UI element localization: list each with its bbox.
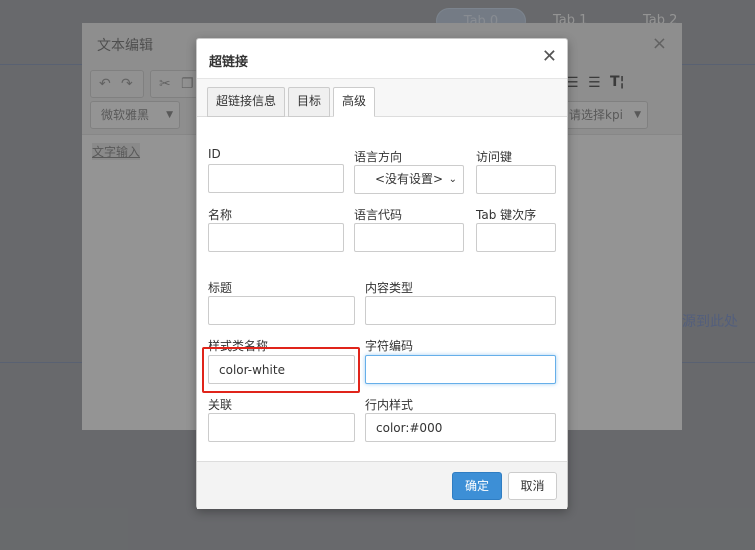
access-key-input[interactable] bbox=[476, 165, 556, 194]
name-label: 名称 bbox=[208, 208, 233, 222]
lang-dir-select[interactable]: <没有设置> ⌄ bbox=[354, 165, 464, 194]
content-type-input[interactable] bbox=[365, 296, 556, 325]
tab-advanced[interactable]: 高级 bbox=[333, 87, 376, 117]
rel-input[interactable] bbox=[208, 413, 355, 442]
tab-target[interactable]: 目标 bbox=[288, 87, 331, 117]
charset-label: 字符编码 bbox=[365, 339, 414, 353]
dialog-title: 超链接 bbox=[209, 55, 249, 70]
tab-index-input[interactable] bbox=[476, 223, 556, 252]
name-input[interactable] bbox=[208, 223, 344, 252]
dialog-footer: 确定 取消 bbox=[197, 461, 567, 509]
lang-dir-label: 语言方向 bbox=[354, 150, 403, 164]
dialog-header: 超链接 ✕ bbox=[197, 39, 567, 79]
charset-input[interactable] bbox=[365, 355, 556, 384]
cancel-button[interactable]: 取消 bbox=[508, 472, 557, 500]
access-key-label: 访问键 bbox=[476, 150, 513, 164]
tab-index-label: Tab 键次序 bbox=[476, 208, 537, 222]
inline-style-input[interactable] bbox=[365, 413, 556, 442]
tab-link-info[interactable]: 超链接信息 bbox=[207, 87, 286, 117]
lang-code-label: 语言代码 bbox=[354, 208, 403, 222]
lang-code-input[interactable] bbox=[354, 223, 464, 252]
id-input[interactable] bbox=[208, 164, 344, 193]
content-type-label: 内容类型 bbox=[365, 281, 414, 295]
inline-style-label: 行内样式 bbox=[365, 398, 414, 412]
title-label: 标题 bbox=[208, 281, 233, 295]
chevron-down-icon: ⌄ bbox=[448, 174, 457, 185]
ok-button[interactable]: 确定 bbox=[452, 472, 502, 500]
dialog-close-icon[interactable]: ✕ bbox=[542, 46, 557, 67]
hyperlink-dialog: 超链接 ✕ 超链接信息 目标 高级 ID 语言方向 <没有设置> ⌄ 访问键 名… bbox=[196, 38, 568, 509]
highlight-box bbox=[202, 347, 360, 393]
dialog-tabs: 超链接信息 目标 高级 bbox=[197, 79, 567, 117]
title-input[interactable] bbox=[208, 296, 355, 325]
rel-label: 关联 bbox=[208, 398, 233, 412]
lang-dir-value: <没有设置> bbox=[374, 172, 444, 186]
id-label: ID bbox=[208, 147, 221, 161]
